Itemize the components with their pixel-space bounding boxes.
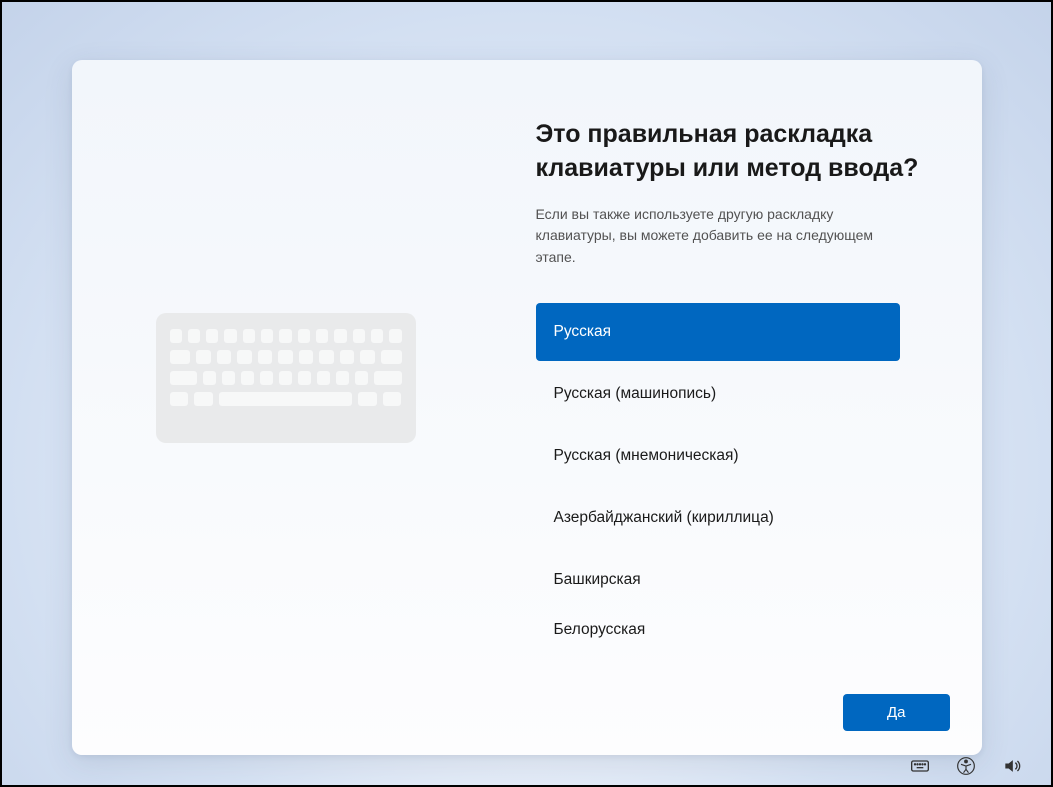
layout-option-label: Азербайджанский (кириллица): [554, 509, 774, 527]
layout-option-label: Русская (машинопись): [554, 385, 717, 403]
form-pane: Это правильная раскладка клавиатуры или …: [500, 60, 982, 755]
card-content: Это правильная раскладка клавиатуры или …: [72, 60, 982, 755]
layout-option[interactable]: Русская (машинопись): [536, 365, 900, 423]
volume-icon[interactable]: [1001, 755, 1023, 777]
layout-option[interactable]: Белорусская: [536, 613, 900, 653]
page-subtitle: Если вы также используете другую расклад…: [536, 204, 916, 269]
system-tray: [909, 755, 1023, 777]
layout-option-label: Белорусская: [554, 621, 646, 639]
layout-option[interactable]: Башкирская: [536, 551, 900, 609]
layout-option-label: Башкирская: [554, 571, 641, 589]
oobe-card: Это правильная раскладка клавиатуры или …: [72, 60, 982, 755]
keyboard-layout-list: Русская Русская (машинопись) Русская (мнем…: [536, 303, 900, 657]
keyboard-icon[interactable]: [909, 755, 931, 777]
illustration-pane: [72, 60, 500, 755]
accessibility-icon[interactable]: [955, 755, 977, 777]
keyboard-illustration: [156, 313, 416, 443]
page-title: Это правильная раскладка клавиатуры или …: [536, 118, 936, 186]
layout-option[interactable]: Русская: [536, 303, 900, 361]
layout-option[interactable]: Азербайджанский (кириллица): [536, 489, 900, 547]
desktop-background: Это правильная раскладка клавиатуры или …: [2, 2, 1051, 785]
layout-option[interactable]: Русская (мнемоническая): [536, 427, 900, 485]
yes-button[interactable]: Да: [843, 694, 950, 731]
card-footer: Да: [843, 694, 950, 731]
layout-option-label: Русская: [554, 323, 612, 341]
layout-option-label: Русская (мнемоническая): [554, 447, 739, 465]
